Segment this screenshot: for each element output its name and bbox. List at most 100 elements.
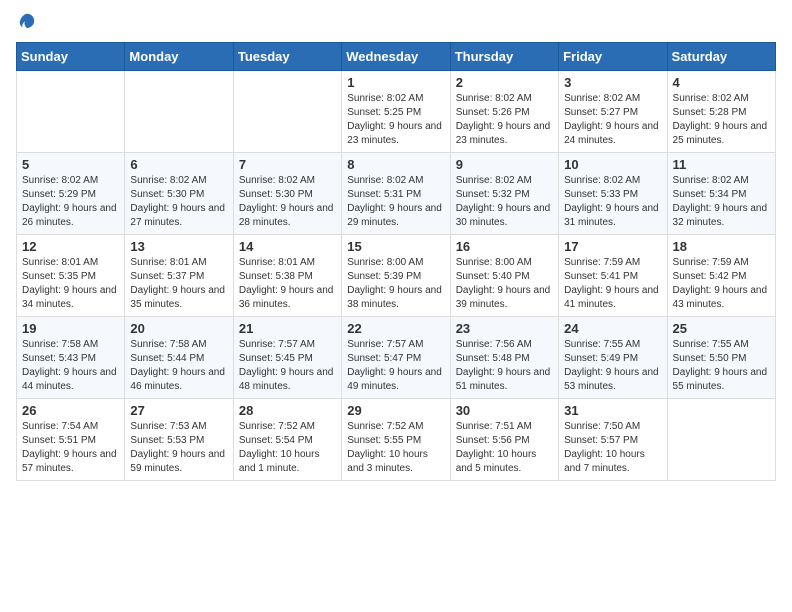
calendar-header-row: SundayMondayTuesdayWednesdayThursdayFrid…	[17, 43, 776, 71]
day-number: 20	[130, 321, 227, 336]
calendar-cell: 12Sunrise: 8:01 AM Sunset: 5:35 PM Dayli…	[17, 235, 125, 317]
day-info: Sunrise: 8:00 AM Sunset: 5:40 PM Dayligh…	[456, 256, 553, 312]
calendar-day-header: Wednesday	[342, 43, 450, 71]
calendar-week-row: 19 Sunrise: 7:58 AM Sunset: 5:43 PM Dayli…	[17, 317, 776, 399]
day-number: 21	[239, 321, 336, 336]
day-info: Sunrise: 7:59 AM Sunset: 5:42 PM Dayligh…	[673, 256, 770, 312]
day-info: Sunrise: 8:02 AM Sunset: 5:29 PM Dayligh…	[22, 174, 119, 230]
day-number: 15	[347, 239, 444, 254]
day-info: Sunrise: 7:58 AM Sunset: 5:44 PM Dayligh…	[130, 338, 227, 394]
calendar-cell	[17, 71, 125, 153]
day-info: Sunrise: 8:02 AM Sunset: 5:34 PM Dayligh…	[673, 174, 770, 230]
day-number: 13	[130, 239, 227, 254]
calendar-cell	[667, 399, 775, 481]
calendar-cell: 29 Sunrise: 7:52 AM Sunset: 5:55 PM Dayli…	[342, 399, 450, 481]
day-number: 1	[347, 75, 444, 90]
calendar-cell: 13 Sunrise: 8:01 AM Sunset: 5:37 PM Dayli…	[125, 235, 233, 317]
day-info: Sunrise: 7:50 AM Sunset: 5:57 PM Dayligh…	[564, 420, 661, 476]
day-number: 3	[564, 75, 661, 90]
calendar-cell: 1Sunrise: 8:02 AM Sunset: 5:25 PM Daylig…	[342, 71, 450, 153]
calendar-cell: 31 Sunrise: 7:50 AM Sunset: 5:57 PM Dayli…	[559, 399, 667, 481]
day-number: 14	[239, 239, 336, 254]
calendar-cell: 2 Sunrise: 8:02 AM Sunset: 5:26 PM Daylig…	[450, 71, 558, 153]
calendar-cell: 27 Sunrise: 7:53 AM Sunset: 5:53 PM Dayli…	[125, 399, 233, 481]
day-info: Sunrise: 7:53 AM Sunset: 5:53 PM Dayligh…	[130, 420, 227, 476]
day-number: 22	[347, 321, 444, 336]
day-info: Sunrise: 7:58 AM Sunset: 5:43 PM Dayligh…	[22, 338, 119, 394]
calendar-day-header: Saturday	[667, 43, 775, 71]
calendar-cell: 10 Sunrise: 8:02 AM Sunset: 5:33 PM Dayli…	[559, 153, 667, 235]
calendar-cell: 19 Sunrise: 7:58 AM Sunset: 5:43 PM Dayli…	[17, 317, 125, 399]
calendar-day-header: Tuesday	[233, 43, 341, 71]
day-number: 29	[347, 403, 444, 418]
calendar-cell: 16 Sunrise: 8:00 AM Sunset: 5:40 PM Dayli…	[450, 235, 558, 317]
day-number: 7	[239, 157, 336, 172]
day-info: Sunrise: 7:52 AM Sunset: 5:54 PM Dayligh…	[239, 420, 336, 476]
calendar-day-header: Monday	[125, 43, 233, 71]
logo	[16, 16, 36, 30]
day-number: 24	[564, 321, 661, 336]
day-number: 6	[130, 157, 227, 172]
day-info: Sunrise: 8:02 AM Sunset: 5:27 PM Dayligh…	[564, 92, 661, 148]
day-info: Sunrise: 7:57 AM Sunset: 5:45 PM Dayligh…	[239, 338, 336, 394]
calendar-cell: 11 Sunrise: 8:02 AM Sunset: 5:34 PM Dayli…	[667, 153, 775, 235]
day-number: 5	[22, 157, 119, 172]
calendar-cell: 8 Sunrise: 8:02 AM Sunset: 5:31 PM Daylig…	[342, 153, 450, 235]
calendar-cell: 6Sunrise: 8:02 AM Sunset: 5:30 PM Daylig…	[125, 153, 233, 235]
calendar-cell: 4 Sunrise: 8:02 AM Sunset: 5:28 PM Daylig…	[667, 71, 775, 153]
day-info: Sunrise: 7:57 AM Sunset: 5:47 PM Dayligh…	[347, 338, 444, 394]
calendar-cell: 7Sunrise: 8:02 AM Sunset: 5:30 PM Daylig…	[233, 153, 341, 235]
calendar-cell: 24Sunrise: 7:55 AM Sunset: 5:49 PM Dayli…	[559, 317, 667, 399]
day-info: Sunrise: 7:56 AM Sunset: 5:48 PM Dayligh…	[456, 338, 553, 394]
calendar-cell: 17 Sunrise: 7:59 AM Sunset: 5:41 PM Dayli…	[559, 235, 667, 317]
calendar-day-header: Sunday	[17, 43, 125, 71]
day-number: 19	[22, 321, 119, 336]
calendar-cell: 23Sunrise: 7:56 AM Sunset: 5:48 PM Dayli…	[450, 317, 558, 399]
calendar-body: 1Sunrise: 8:02 AM Sunset: 5:25 PM Daylig…	[17, 71, 776, 481]
day-number: 9	[456, 157, 553, 172]
day-number: 8	[347, 157, 444, 172]
calendar-cell: 25Sunrise: 7:55 AM Sunset: 5:50 PM Dayli…	[667, 317, 775, 399]
calendar-day-header: Friday	[559, 43, 667, 71]
calendar-cell: 28Sunrise: 7:52 AM Sunset: 5:54 PM Dayli…	[233, 399, 341, 481]
day-info: Sunrise: 8:01 AM Sunset: 5:37 PM Dayligh…	[130, 256, 227, 312]
calendar-cell: 26Sunrise: 7:54 AM Sunset: 5:51 PM Dayli…	[17, 399, 125, 481]
day-number: 31	[564, 403, 661, 418]
calendar-cell: 5 Sunrise: 8:02 AM Sunset: 5:29 PM Daylig…	[17, 153, 125, 235]
day-info: Sunrise: 8:02 AM Sunset: 5:26 PM Dayligh…	[456, 92, 553, 148]
day-info: Sunrise: 7:55 AM Sunset: 5:50 PM Dayligh…	[673, 338, 770, 394]
calendar-cell: 21 Sunrise: 7:57 AM Sunset: 5:45 PM Dayli…	[233, 317, 341, 399]
day-info: Sunrise: 8:02 AM Sunset: 5:31 PM Dayligh…	[347, 174, 444, 230]
day-info: Sunrise: 7:52 AM Sunset: 5:55 PM Dayligh…	[347, 420, 444, 476]
day-number: 10	[564, 157, 661, 172]
day-info: Sunrise: 7:54 AM Sunset: 5:51 PM Dayligh…	[22, 420, 119, 476]
day-number: 30	[456, 403, 553, 418]
calendar-week-row: 1Sunrise: 8:02 AM Sunset: 5:25 PM Daylig…	[17, 71, 776, 153]
calendar-cell: 22 Sunrise: 7:57 AM Sunset: 5:47 PM Dayli…	[342, 317, 450, 399]
day-number: 17	[564, 239, 661, 254]
calendar-cell: 3 Sunrise: 8:02 AM Sunset: 5:27 PM Daylig…	[559, 71, 667, 153]
calendar-cell: 14 Sunrise: 8:01 AM Sunset: 5:38 PM Dayli…	[233, 235, 341, 317]
day-info: Sunrise: 7:51 AM Sunset: 5:56 PM Dayligh…	[456, 420, 553, 476]
calendar-cell	[233, 71, 341, 153]
day-info: Sunrise: 8:02 AM Sunset: 5:33 PM Dayligh…	[564, 174, 661, 230]
day-number: 27	[130, 403, 227, 418]
calendar-week-row: 12Sunrise: 8:01 AM Sunset: 5:35 PM Dayli…	[17, 235, 776, 317]
day-info: Sunrise: 8:02 AM Sunset: 5:28 PM Dayligh…	[673, 92, 770, 148]
calendar-week-row: 5 Sunrise: 8:02 AM Sunset: 5:29 PM Daylig…	[17, 153, 776, 235]
day-number: 2	[456, 75, 553, 90]
calendar-cell	[125, 71, 233, 153]
calendar-day-header: Thursday	[450, 43, 558, 71]
calendar-week-row: 26Sunrise: 7:54 AM Sunset: 5:51 PM Dayli…	[17, 399, 776, 481]
logo-bird-icon	[18, 12, 36, 30]
calendar-cell: 9Sunrise: 8:02 AM Sunset: 5:32 PM Daylig…	[450, 153, 558, 235]
day-number: 16	[456, 239, 553, 254]
day-info: Sunrise: 8:01 AM Sunset: 5:35 PM Dayligh…	[22, 256, 119, 312]
calendar-cell: 18Sunrise: 7:59 AM Sunset: 5:42 PM Dayli…	[667, 235, 775, 317]
day-info: Sunrise: 8:01 AM Sunset: 5:38 PM Dayligh…	[239, 256, 336, 312]
day-number: 11	[673, 157, 770, 172]
calendar-table: SundayMondayTuesdayWednesdayThursdayFrid…	[16, 42, 776, 481]
day-info: Sunrise: 7:59 AM Sunset: 5:41 PM Dayligh…	[564, 256, 661, 312]
day-info: Sunrise: 8:00 AM Sunset: 5:39 PM Dayligh…	[347, 256, 444, 312]
day-number: 4	[673, 75, 770, 90]
